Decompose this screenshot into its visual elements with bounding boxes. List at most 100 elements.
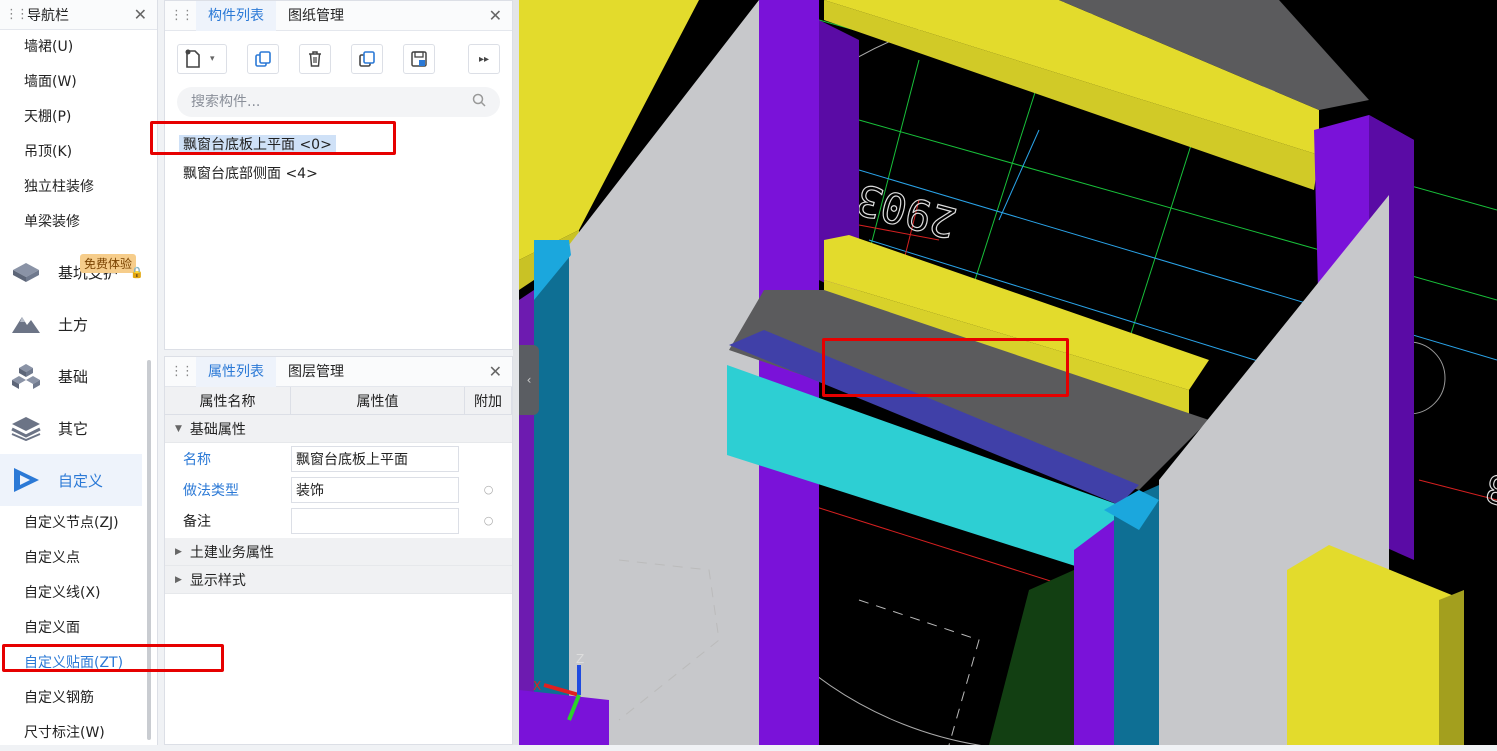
- drag-handle-icon[interactable]: ⋮⋮: [5, 7, 29, 22]
- nav-item-custom-rebar[interactable]: 自定义钢筋: [0, 681, 157, 716]
- close-icon[interactable]: ✕: [134, 5, 147, 24]
- duplicate-icon: [359, 51, 375, 67]
- component-panel-header: ⋮⋮ 构件列表 图纸管理 ✕: [165, 0, 512, 31]
- list-item[interactable]: 飘窗台底部侧面 <4>: [165, 160, 512, 189]
- search-icon[interactable]: [472, 93, 486, 111]
- extra-radio[interactable]: ○: [465, 483, 512, 496]
- nav-item-suspended-ceiling[interactable]: 吊顶(K): [0, 135, 157, 170]
- component-search: [177, 87, 500, 117]
- collapse-panel-button[interactable]: ‹: [519, 345, 539, 415]
- delete-button[interactable]: [299, 44, 331, 74]
- nav-item-ceiling[interactable]: 天棚(P): [0, 100, 157, 135]
- axis-x-label: X: [533, 679, 541, 693]
- trash-icon: [309, 51, 321, 67]
- nav-item-custom-point[interactable]: 自定义点: [0, 541, 157, 576]
- property-group-civil[interactable]: ▶ 土建业务属性: [165, 538, 512, 566]
- new-file-icon: [185, 49, 200, 68]
- property-row: 做法类型 ○: [165, 474, 512, 505]
- property-name: 做法类型: [183, 482, 239, 499]
- earthwork-icon: [10, 308, 42, 340]
- caret-right-icon: ▶: [175, 574, 182, 585]
- group-label: 土建业务属性: [189, 544, 274, 561]
- nav-group-label: 基础: [58, 367, 89, 386]
- save-icon: [411, 51, 427, 67]
- free-trial-badge: 免费体验: [80, 254, 137, 273]
- component-list: 飘窗台底板上平面 <0> 飘窗台底部侧面 <4>: [165, 131, 512, 189]
- nav-item-column-finish[interactable]: 独立柱装修: [0, 170, 157, 205]
- column-header-extra: 附加: [465, 387, 512, 414]
- tab-layer-management[interactable]: 图层管理: [276, 357, 356, 387]
- nav-item-custom-face[interactable]: 自定义面: [0, 611, 157, 646]
- group-label: 基础属性: [189, 421, 246, 438]
- drag-handle-icon[interactable]: ⋮⋮: [170, 364, 194, 379]
- nav-group-label: 土方: [58, 315, 89, 334]
- remark-field[interactable]: [291, 507, 459, 534]
- method-type-field[interactable]: [291, 476, 459, 503]
- chevron-down-icon[interactable]: ▾: [210, 54, 215, 64]
- nav-group-earthwork[interactable]: 土方: [0, 298, 142, 350]
- nav-group-label: 其它: [58, 419, 89, 438]
- nav-group-label: 自定义: [58, 471, 104, 490]
- nav-scrollbar[interactable]: [147, 360, 151, 740]
- property-row: 名称: [165, 443, 512, 474]
- chevron-left-icon: ‹: [526, 373, 532, 387]
- copy-icon: [255, 51, 271, 67]
- 3d-viewport[interactable]: 8400 2903 8B: [519, 0, 1497, 745]
- copy-button[interactable]: [247, 44, 279, 74]
- property-name: 名称: [183, 451, 211, 468]
- nav-item-custom-line[interactable]: 自定义线(X): [0, 576, 157, 611]
- more-button[interactable]: ▸▸: [468, 44, 500, 74]
- scene-canvas[interactable]: 8400 2903 8B: [519, 0, 1497, 745]
- nav-item-wainscot[interactable]: 墙裙(U): [0, 30, 157, 65]
- double-chevron-right-icon: ▸▸: [478, 53, 490, 65]
- new-component-button[interactable]: ▾: [177, 44, 227, 74]
- tab-component-list[interactable]: 构件列表: [196, 0, 276, 31]
- list-item-label: 飘窗台底板上平面 <0>: [179, 135, 336, 155]
- nav-item-dimension[interactable]: 尺寸标注(W): [0, 716, 157, 751]
- property-group-display[interactable]: ▶ 显示样式: [165, 566, 512, 594]
- foundation-pit-icon: [10, 256, 42, 288]
- caret-down-icon: ▼: [175, 423, 182, 434]
- custom-icon: [10, 464, 42, 496]
- lock-icon: 🔒: [130, 266, 144, 279]
- nav-group-pit-support[interactable]: 基坑支护 免费体验 🔒: [0, 246, 144, 298]
- duplicate-button[interactable]: [351, 44, 383, 74]
- nav-header: ⋮⋮ 导航栏 ✕: [0, 0, 157, 30]
- component-toolbar: ▾ ▸▸: [165, 31, 512, 77]
- nav-group-other[interactable]: 其它: [0, 402, 142, 454]
- nav-title: 导航栏: [27, 7, 69, 24]
- list-item-label: 飘窗台底部侧面 <4>: [183, 166, 318, 182]
- nav-group-custom[interactable]: 自定义: [0, 454, 142, 506]
- name-field[interactable]: [291, 445, 459, 472]
- nav-item-beam-finish[interactable]: 单梁装修: [0, 205, 157, 240]
- component-list-panel: ⋮⋮ 构件列表 图纸管理 ✕ ▾ ▸▸ 飘窗台底板上平面 <0>: [164, 0, 513, 350]
- purple-column-bottom: [1074, 520, 1114, 745]
- property-name: 备注: [183, 513, 211, 530]
- property-row: 备注 ○: [165, 505, 512, 536]
- property-group-basic[interactable]: ▼ 基础属性: [165, 415, 512, 443]
- tab-drawing-management[interactable]: 图纸管理: [276, 1, 356, 31]
- group-label: 显示样式: [189, 572, 246, 589]
- tab-property-list[interactable]: 属性列表: [196, 356, 276, 387]
- drag-handle-icon[interactable]: ⋮⋮: [170, 8, 194, 23]
- extra-radio[interactable]: ○: [465, 514, 512, 527]
- axis-z-label: Z: [576, 652, 584, 666]
- close-icon[interactable]: ✕: [489, 362, 502, 381]
- search-input[interactable]: [191, 94, 472, 110]
- property-list-panel: ⋮⋮ 属性列表 图层管理 ✕ 属性名称 属性值 附加 ▼ 基础属性 名称 做法类…: [164, 356, 513, 745]
- nav-item-custom-node[interactable]: 自定义节点(ZJ): [0, 506, 157, 541]
- nav-item-wall-surface[interactable]: 墙面(W): [0, 65, 157, 100]
- property-panel-header: ⋮⋮ 属性列表 图层管理 ✕: [165, 356, 512, 387]
- column-header-name: 属性名称: [165, 387, 291, 414]
- caret-right-icon: ▶: [175, 546, 182, 557]
- property-table-header: 属性名称 属性值 附加: [165, 387, 512, 415]
- nav-group-foundation[interactable]: 基础: [0, 350, 142, 402]
- navigation-panel: ⋮⋮ 导航栏 ✕ 墙裙(U) 墙面(W) 天棚(P) 吊顶(K) 独立柱装修 单…: [0, 0, 158, 745]
- close-icon[interactable]: ✕: [489, 6, 502, 25]
- list-item[interactable]: 飘窗台底板上平面 <0>: [165, 131, 512, 160]
- layers-icon: [10, 412, 42, 444]
- column-header-value: 属性值: [291, 387, 465, 414]
- foundation-icon: [10, 360, 42, 392]
- nav-item-custom-cladding[interactable]: 自定义贴面(ZT): [0, 646, 157, 681]
- save-component-button[interactable]: [403, 44, 435, 74]
